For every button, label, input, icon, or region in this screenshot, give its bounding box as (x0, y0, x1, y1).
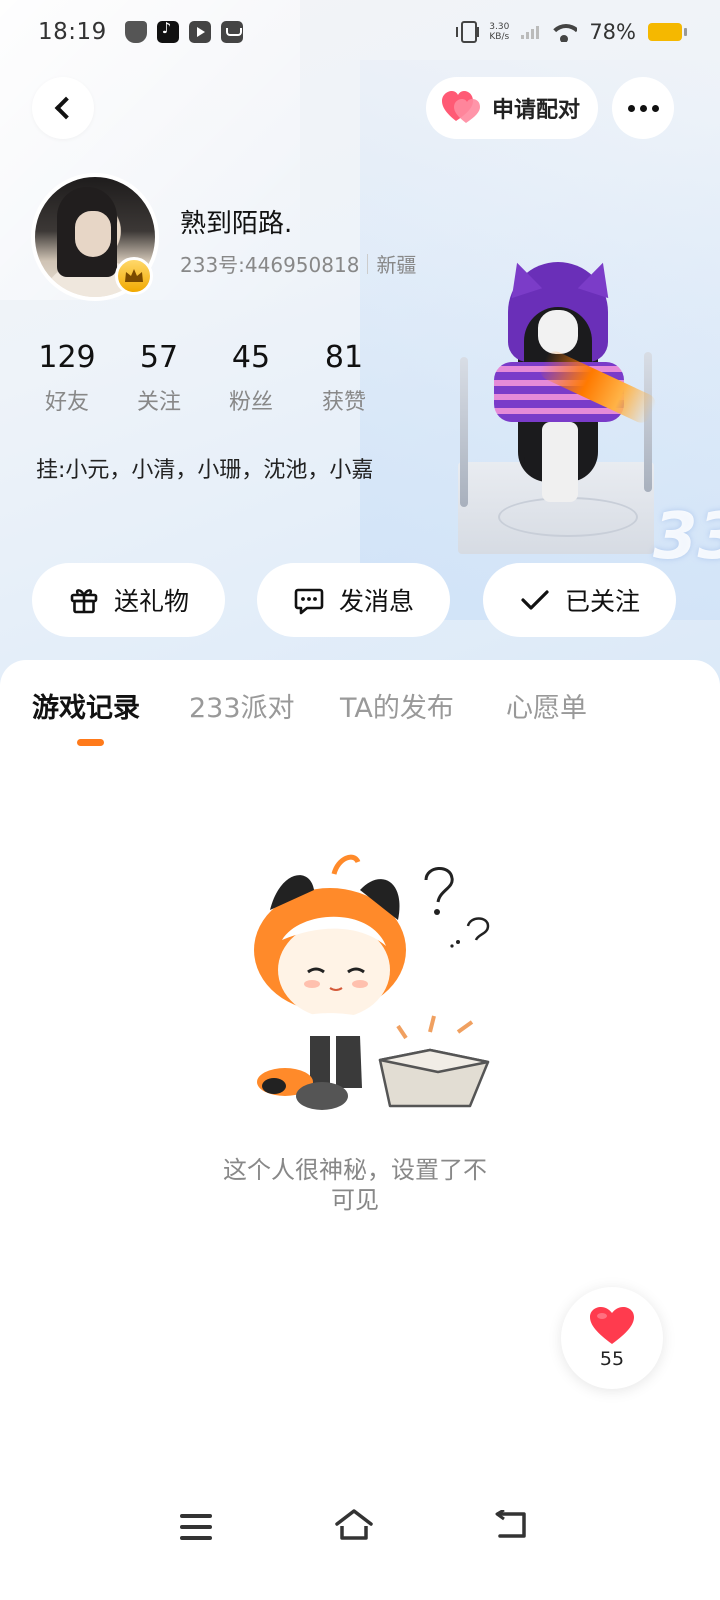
stat-friends[interactable]: 129 好友 (27, 338, 107, 416)
empty-state-message: 这个人很神秘，设置了不 可见 (200, 1155, 510, 1215)
empty-line-1: 这个人很神秘，设置了不 (223, 1156, 487, 1184)
tiktok-icon (156, 19, 179, 43)
back-nav-icon[interactable] (494, 1510, 528, 1540)
send-gift-button[interactable]: 送礼物 (32, 563, 225, 637)
content-panel (0, 660, 720, 1600)
mail-icon (220, 21, 243, 43)
active-tab-indicator (77, 739, 104, 746)
stat-label: 获赞 (321, 390, 366, 415)
like-count: 55 (599, 1348, 625, 1370)
stat-label: 粉丝 (228, 390, 273, 415)
followed-label: 已关注 (564, 587, 640, 616)
status-bar: 18:19 3.30 KB/s 78% (0, 0, 720, 64)
tab-wishlist[interactable]: 心愿单 (506, 686, 587, 725)
nickname: 熟到陌路. (180, 209, 293, 239)
stat-value: 45 (231, 340, 271, 375)
user-id-line: 233号:446950818 新疆 (180, 249, 416, 278)
stat-following[interactable]: 57 关注 (119, 338, 199, 416)
shield-icon (124, 21, 147, 43)
more-button[interactable] (612, 77, 674, 139)
stat-followers[interactable]: 45 粉丝 (211, 338, 291, 416)
like-button[interactable]: 55 (561, 1287, 663, 1389)
net-speed-unit: KB/s (489, 32, 510, 42)
stat-value: 81 (324, 340, 364, 375)
chat-bubble-icon (294, 588, 324, 615)
checkmark-icon (521, 590, 549, 610)
avatar-figure[interactable] (458, 257, 659, 562)
divider (367, 253, 369, 274)
tab-game-records[interactable]: 游戏记录 (32, 686, 140, 725)
stat-value: 57 (139, 340, 179, 375)
battery-percent: 78% (589, 20, 636, 44)
empty-state-illustration (254, 854, 490, 1110)
apply-match-label: 申请配对 (492, 98, 581, 123)
apply-match-button[interactable]: 申请配对 (426, 77, 598, 139)
stat-likes-received[interactable]: 81 获赞 (304, 338, 384, 416)
signal-icon (521, 25, 540, 39)
home-icon[interactable] (334, 1508, 374, 1542)
decorative-number-graphic: 33 (653, 500, 720, 574)
tab-233-party[interactable]: 233派对 (189, 686, 295, 725)
wifi-icon (551, 22, 578, 42)
crown-icon (115, 257, 153, 295)
user-id: 233号:446950818 (180, 253, 360, 277)
stat-label: 好友 (44, 390, 89, 415)
tab-ta-posts[interactable]: TA的发布 (340, 686, 454, 725)
vibrate-icon (456, 21, 480, 43)
more-dots-icon (627, 104, 635, 112)
location: 新疆 (376, 253, 417, 277)
followed-button[interactable]: 已关注 (483, 563, 676, 637)
recent-apps-icon[interactable] (180, 1514, 212, 1540)
notification-icons (124, 19, 243, 43)
hearts-icon (442, 91, 480, 123)
chevron-left-icon (54, 96, 78, 120)
send-gift-label: 送礼物 (113, 587, 189, 616)
stat-label: 关注 (136, 390, 181, 415)
empty-line-2: 可见 (331, 1186, 379, 1214)
heart-icon (590, 1307, 634, 1344)
system-nav-bar (0, 1490, 720, 1570)
net-speed: 3.30 KB/s (489, 22, 509, 42)
send-message-button[interactable]: 发消息 (257, 563, 450, 637)
stat-value: 129 (38, 340, 96, 375)
status-right: 3.30 KB/s 78% (456, 20, 687, 44)
battery-icon (648, 23, 687, 41)
send-message-label: 发消息 (338, 587, 414, 616)
net-speed-value: 3.30 (489, 22, 510, 32)
play-icon (188, 21, 211, 43)
back-button[interactable] (32, 77, 94, 139)
gift-icon (70, 589, 98, 614)
signature-text: 挂:小元，小清，小珊，沈池，小嘉 (36, 458, 374, 483)
status-time: 18:19 (38, 19, 107, 45)
